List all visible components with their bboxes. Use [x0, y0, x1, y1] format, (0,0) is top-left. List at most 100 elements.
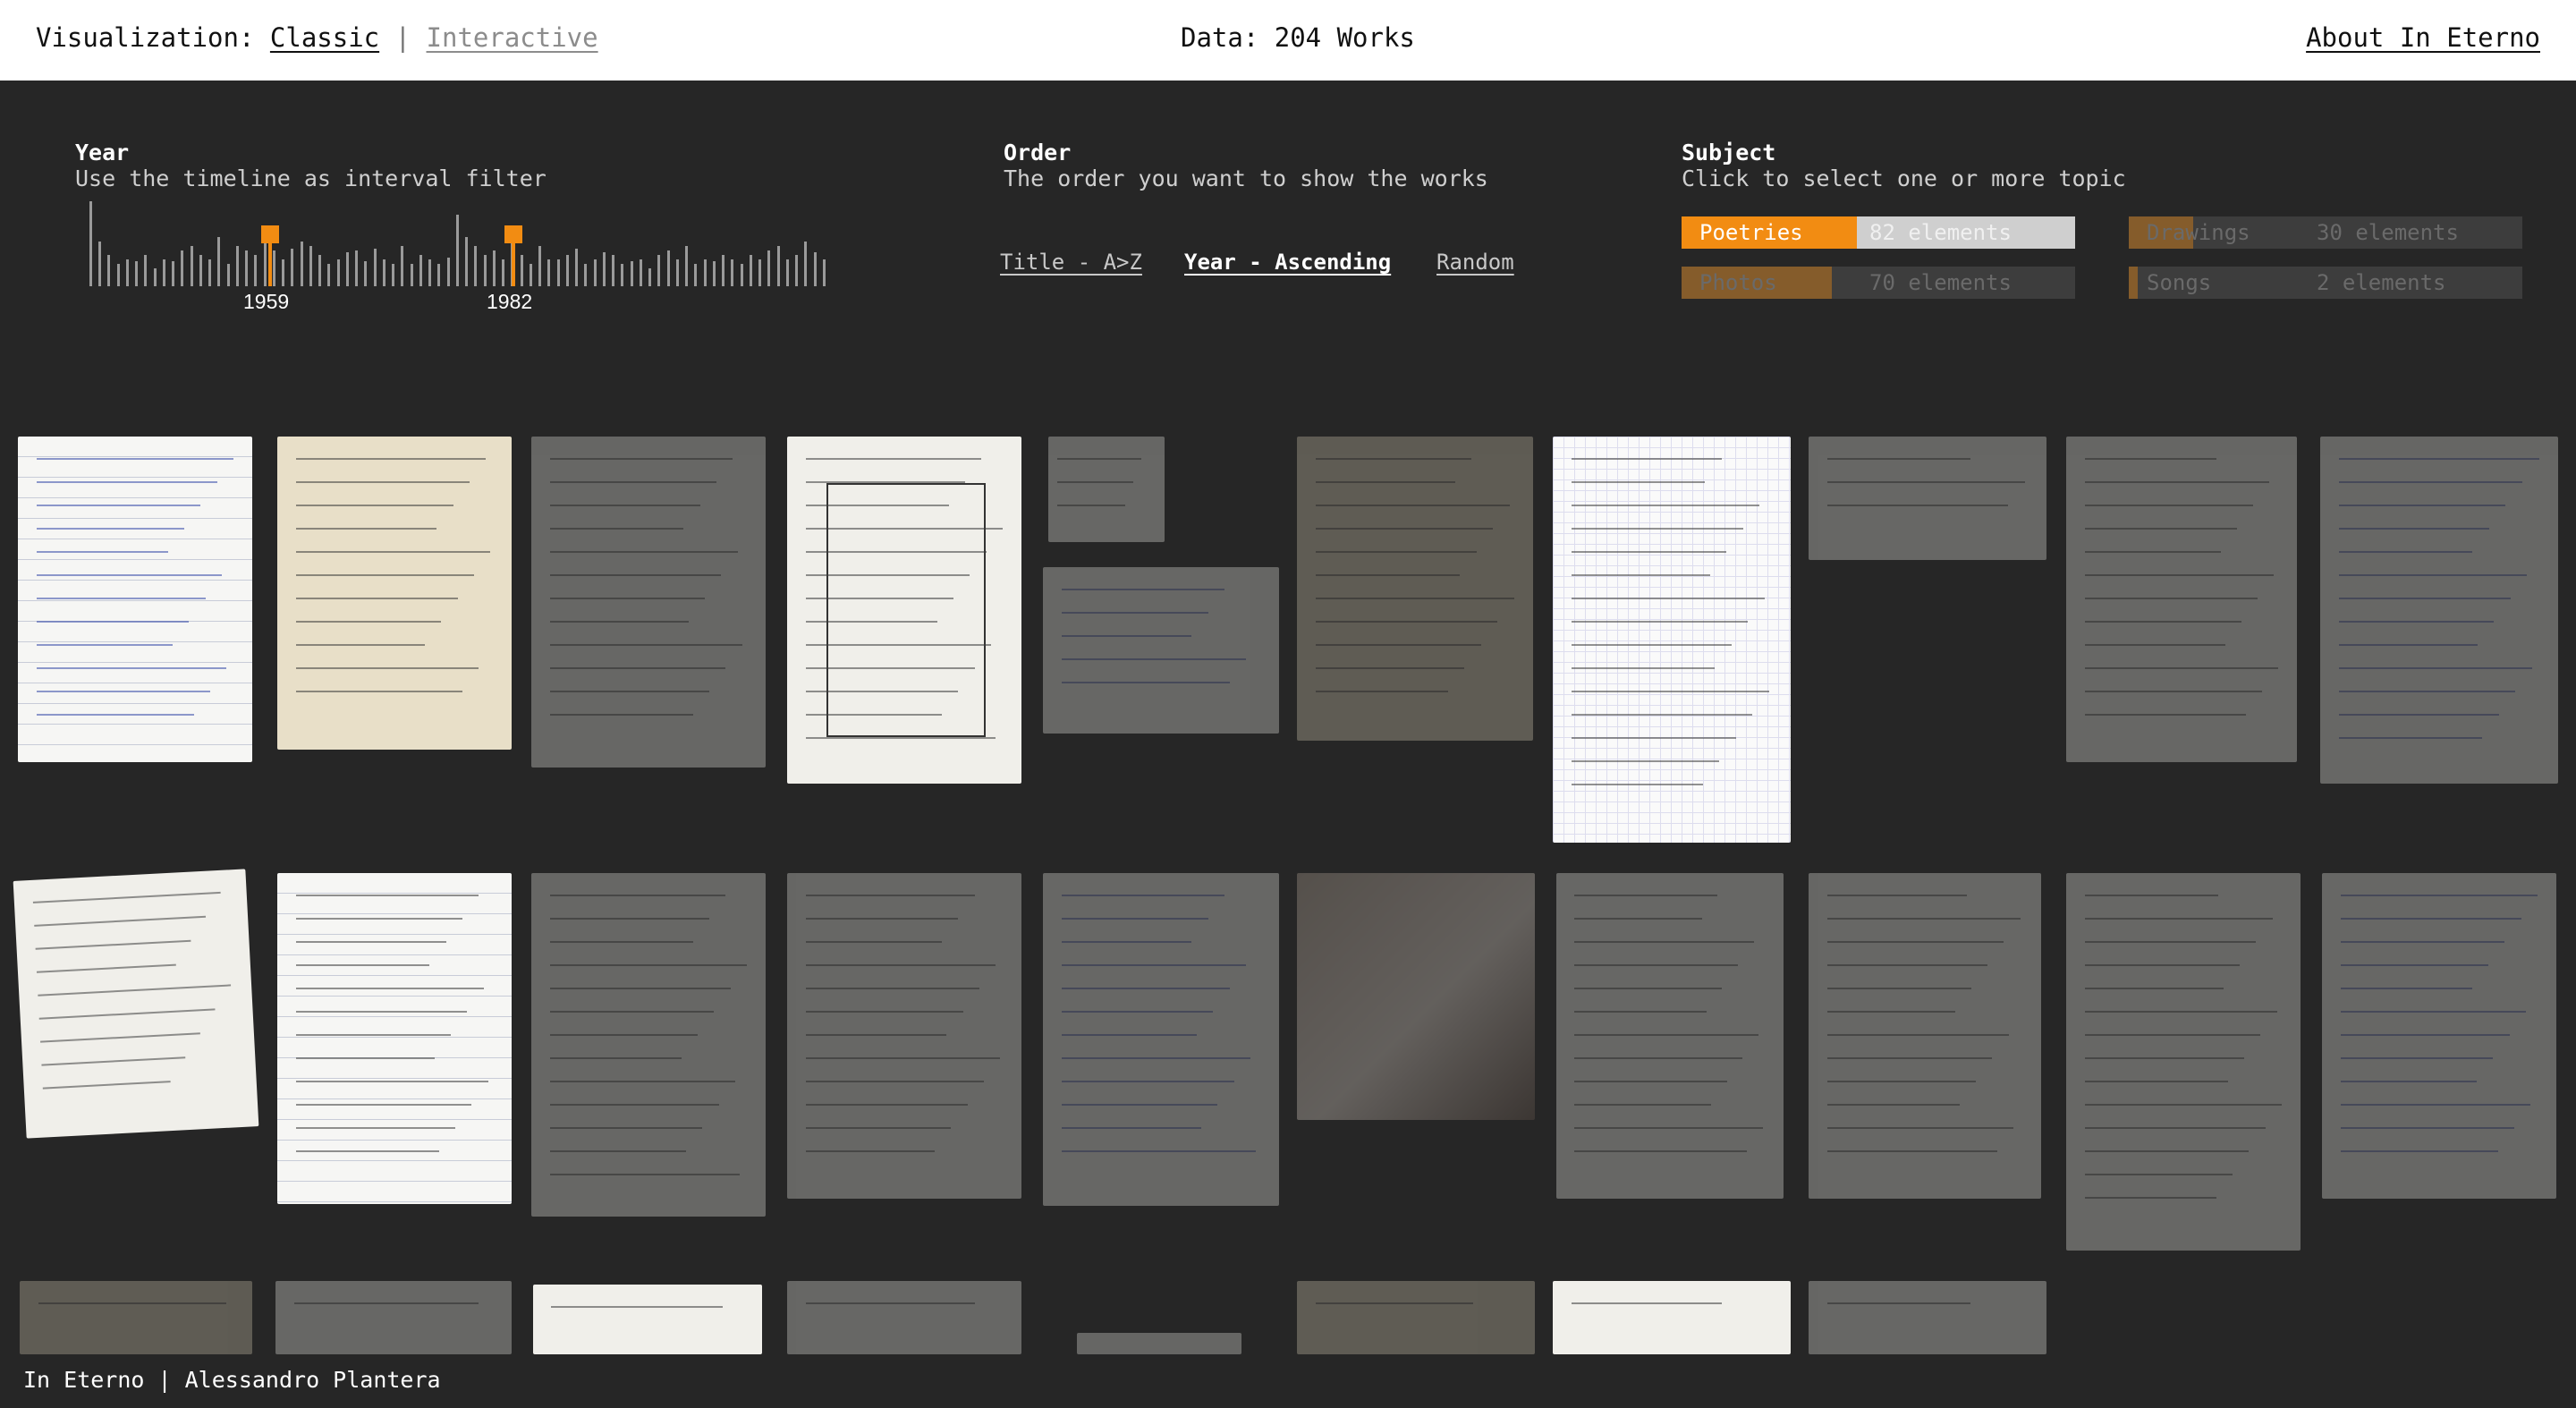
work-card[interactable] — [1556, 873, 1784, 1199]
about-link[interactable]: About In Eterno — [2306, 21, 2540, 54]
work-card[interactable] — [1809, 437, 2046, 560]
subject-photos-label: Photos — [1699, 270, 1777, 295]
work-card[interactable] — [1553, 437, 1791, 843]
text-line — [551, 1306, 724, 1308]
text-line — [549, 458, 733, 460]
work-card[interactable] — [1043, 567, 1279, 734]
start-year-handle[interactable] — [261, 225, 279, 243]
work-card[interactable] — [1297, 437, 1533, 741]
text-line — [1826, 1127, 2013, 1129]
work-card[interactable] — [18, 437, 252, 762]
text-line — [1572, 574, 1710, 576]
work-card[interactable] — [787, 1281, 1021, 1354]
timeline-year-tick — [521, 255, 523, 286]
work-card[interactable] — [787, 437, 1021, 784]
start-year-label: 1959 — [243, 290, 290, 313]
photo-thumbnail — [1297, 873, 1535, 1120]
timeline-year-tick — [199, 255, 202, 286]
text-line — [36, 644, 173, 646]
timeline-year-tick — [575, 249, 578, 286]
work-card[interactable] — [277, 437, 512, 750]
work-card[interactable] — [1048, 437, 1165, 542]
work-card[interactable] — [13, 869, 259, 1139]
work-card[interactable] — [1809, 873, 2041, 1199]
timeline-year-tick — [612, 255, 614, 286]
text-line — [1826, 1057, 1993, 1059]
end-year-handle[interactable] — [504, 225, 522, 243]
timeline-year-tick — [786, 259, 789, 286]
work-card[interactable] — [275, 1281, 512, 1354]
text-line — [294, 1302, 479, 1304]
work-card[interactable] — [533, 1285, 762, 1354]
year-subtitle: Use the timeline as interval filter — [75, 165, 547, 191]
year-timeline[interactable] — [89, 195, 832, 286]
text-line — [549, 714, 693, 716]
text-line — [549, 481, 716, 483]
order-title-az[interactable]: Title - A>Z — [1000, 249, 1142, 276]
work-card[interactable] — [2320, 437, 2558, 784]
text-line — [36, 598, 206, 599]
order-random[interactable]: Random — [1436, 249, 1514, 276]
text-line — [805, 458, 982, 460]
text-line — [1062, 1127, 1201, 1129]
text-line — [1316, 667, 1465, 669]
order-year-ascending[interactable]: Year - Ascending — [1184, 249, 1391, 276]
subject-drawings[interactable]: Drawings 30 elements — [2129, 216, 2522, 249]
text-line — [1057, 458, 1141, 460]
subject-photos[interactable]: Photos 70 elements — [1682, 267, 2075, 299]
text-line — [805, 895, 975, 896]
text-line — [549, 505, 700, 506]
text-line — [805, 1011, 963, 1013]
data-count: Data: 204 Works — [1181, 22, 1415, 53]
work-card[interactable] — [2066, 437, 2297, 762]
subject-songs[interactable]: Songs 2 elements — [2129, 267, 2522, 299]
subject-songs-count: 2 elements — [2317, 270, 2446, 295]
text-line — [295, 895, 479, 896]
text-line — [1062, 1150, 1256, 1152]
work-card[interactable] — [1077, 1333, 1241, 1354]
work-card[interactable] — [20, 1281, 252, 1354]
work-card[interactable] — [1043, 873, 1279, 1206]
text-line — [805, 551, 987, 553]
timeline-year-tick — [227, 264, 230, 286]
text-line — [2084, 1057, 2245, 1059]
work-card[interactable] — [2066, 873, 2301, 1251]
timeline-year-tick — [154, 268, 157, 286]
work-card[interactable] — [2322, 873, 2556, 1199]
text-line — [1826, 964, 1988, 966]
text-line — [2339, 667, 2532, 669]
work-card[interactable] — [1809, 1281, 2046, 1354]
work-card[interactable] — [787, 873, 1021, 1199]
timeline-year-tick — [245, 250, 248, 286]
timeline-year-tick — [676, 259, 679, 286]
classic-link[interactable]: Classic — [270, 22, 379, 53]
text-line — [1574, 1011, 1707, 1013]
work-card[interactable] — [531, 873, 766, 1217]
subject-poetries[interactable]: Poetries 82 elements — [1682, 216, 2075, 249]
text-line — [805, 1104, 968, 1106]
text-line — [1826, 1011, 1955, 1013]
text-line — [1574, 941, 1754, 943]
text-line — [2339, 644, 2478, 646]
work-card[interactable] — [1297, 1281, 1535, 1354]
text-line — [2340, 1034, 2510, 1036]
timeline-year-tick — [584, 264, 587, 286]
interactive-link[interactable]: Interactive — [427, 22, 598, 53]
text-line — [295, 481, 470, 483]
work-card[interactable] — [531, 437, 766, 768]
text-line — [1572, 691, 1770, 692]
text-line — [2084, 458, 2216, 460]
work-card[interactable] — [1297, 873, 1535, 1120]
text-line — [295, 551, 491, 553]
timeline-year-tick — [685, 246, 688, 286]
text-line — [1062, 1081, 1234, 1082]
timeline-year-tick — [484, 255, 487, 286]
work-card[interactable] — [277, 873, 512, 1204]
text-line — [1574, 1150, 1748, 1152]
work-card[interactable] — [1553, 1281, 1791, 1354]
text-line — [549, 1011, 715, 1013]
timeline-year-tick — [419, 255, 422, 286]
text-line — [549, 551, 738, 553]
text-line — [295, 1104, 472, 1106]
timeline-year-tick — [144, 255, 147, 286]
